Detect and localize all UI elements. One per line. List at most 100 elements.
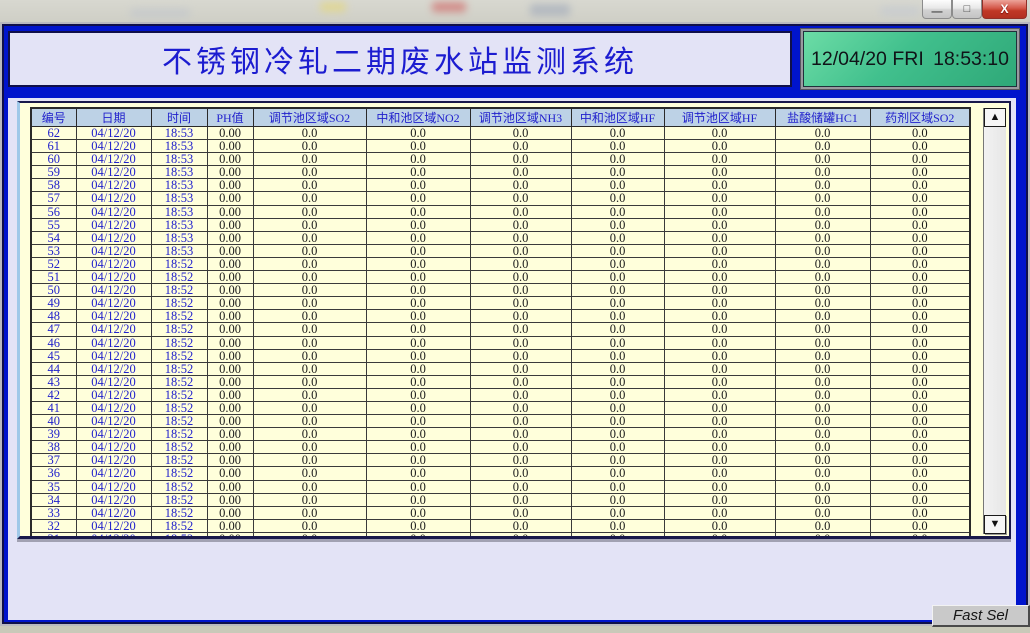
background-blur-blob: [880, 6, 920, 16]
vertical-scrollbar[interactable]: ▲ ▼: [983, 108, 1006, 534]
main-window: 不锈钢冷轧二期废水站监测系统 12/04/20 FRI 18:53:10: [0, 22, 1030, 626]
table-row: 6204/12/2018:530.000.00.00.00.00.00.00.0: [31, 127, 970, 140]
fast-sel-button[interactable]: Fast Sel: [932, 605, 1030, 627]
row-id: 32: [31, 519, 76, 532]
row-time: 18:52: [151, 375, 207, 388]
row-value: 0.0: [870, 480, 970, 493]
row-id: 60: [31, 153, 76, 166]
row-value: 0.0: [870, 218, 970, 231]
minimize-button[interactable]: —: [922, 0, 952, 19]
row-time: 18:52: [151, 310, 207, 323]
row-time: 18:52: [151, 257, 207, 270]
table-row: 3804/12/2018:520.000.00.00.00.00.00.00.0: [31, 441, 970, 454]
row-value: 0.0: [253, 493, 366, 506]
row-value: 0.0: [664, 532, 775, 537]
row-value: 0.0: [870, 179, 970, 192]
desktop-background-bottom: [0, 626, 1030, 633]
row-value: 0.0: [664, 480, 775, 493]
restore-button[interactable]: □: [952, 0, 982, 19]
row-value: 0.0: [775, 205, 870, 218]
row-value: 0.0: [571, 323, 664, 336]
row-value: 0.0: [366, 297, 470, 310]
close-button[interactable]: X: [982, 0, 1027, 19]
row-time: 18:52: [151, 519, 207, 532]
scrollbar-track[interactable]: [984, 127, 1006, 515]
row-ph: 0.00: [207, 127, 253, 140]
row-date: 04/12/20: [76, 297, 151, 310]
row-value: 0.0: [470, 284, 571, 297]
row-value: 0.0: [253, 166, 366, 179]
table-row: 4104/12/2018:520.000.00.00.00.00.00.00.0: [31, 401, 970, 414]
row-value: 0.0: [664, 362, 775, 375]
row-ph: 0.00: [207, 428, 253, 441]
row-time: 18:53: [151, 140, 207, 153]
row-time: 18:52: [151, 506, 207, 519]
row-value: 0.0: [366, 454, 470, 467]
column-header: 编号: [31, 108, 76, 127]
row-date: 04/12/20: [76, 532, 151, 537]
row-value: 0.0: [470, 297, 571, 310]
row-value: 0.0: [664, 388, 775, 401]
row-value: 0.0: [664, 140, 775, 153]
row-time: 18:52: [151, 323, 207, 336]
row-id: 59: [31, 166, 76, 179]
row-date: 04/12/20: [76, 519, 151, 532]
row-value: 0.0: [366, 140, 470, 153]
row-time: 18:52: [151, 454, 207, 467]
column-header: 调节池区域NH3: [470, 108, 571, 127]
row-value: 0.0: [775, 506, 870, 519]
close-icon: X: [1000, 3, 1008, 15]
table-row: 4704/12/2018:520.000.00.00.00.00.00.00.0: [31, 323, 970, 336]
row-time: 18:52: [151, 532, 207, 537]
row-ph: 0.00: [207, 349, 253, 362]
row-date: 04/12/20: [76, 336, 151, 349]
table-row: 5904/12/2018:530.000.00.00.00.00.00.00.0: [31, 166, 970, 179]
row-value: 0.0: [470, 467, 571, 480]
row-value: 0.0: [571, 493, 664, 506]
table-row: 3904/12/2018:520.000.00.00.00.00.00.00.0: [31, 428, 970, 441]
row-value: 0.0: [571, 205, 664, 218]
row-value: 0.0: [571, 218, 664, 231]
row-value: 0.0: [775, 375, 870, 388]
row-value: 0.0: [775, 271, 870, 284]
row-value: 0.0: [366, 166, 470, 179]
table-row: 5004/12/2018:520.000.00.00.00.00.00.00.0: [31, 284, 970, 297]
row-ph: 0.00: [207, 153, 253, 166]
table-row: 5504/12/2018:530.000.00.00.00.00.00.00.0: [31, 218, 970, 231]
row-value: 0.0: [571, 362, 664, 375]
row-value: 0.0: [664, 179, 775, 192]
background-blur-blob: [432, 2, 466, 12]
row-value: 0.0: [366, 257, 470, 270]
row-value: 0.0: [664, 336, 775, 349]
row-value: 0.0: [571, 506, 664, 519]
row-value: 0.0: [870, 467, 970, 480]
row-value: 0.0: [775, 401, 870, 414]
data-table: 编号日期时间PH值调节池区域SO2中和池区域NO2调节池区域NH3中和池区域HF…: [30, 107, 971, 537]
row-value: 0.0: [664, 349, 775, 362]
table-row: 5704/12/2018:530.000.00.00.00.00.00.00.0: [31, 192, 970, 205]
row-value: 0.0: [775, 310, 870, 323]
row-time: 18:52: [151, 415, 207, 428]
scroll-down-button[interactable]: ▼: [984, 515, 1006, 534]
row-time: 18:52: [151, 401, 207, 414]
row-value: 0.0: [366, 401, 470, 414]
row-ph: 0.00: [207, 362, 253, 375]
background-blur-blob: [130, 8, 190, 18]
restore-icon: □: [964, 4, 971, 15]
content-area: 编号日期时间PH值调节池区域SO2中和池区域NO2调节池区域NH3中和池区域HF…: [8, 98, 1016, 620]
table-row: 3504/12/2018:520.000.00.00.00.00.00.00.0: [31, 480, 970, 493]
row-value: 0.0: [253, 323, 366, 336]
row-value: 0.0: [870, 441, 970, 454]
scroll-up-button[interactable]: ▲: [984, 108, 1006, 127]
row-value: 0.0: [366, 179, 470, 192]
row-time: 18:53: [151, 192, 207, 205]
row-value: 0.0: [470, 336, 571, 349]
row-ph: 0.00: [207, 415, 253, 428]
row-value: 0.0: [470, 506, 571, 519]
row-value: 0.0: [775, 192, 870, 205]
table-row: 3404/12/2018:520.000.00.00.00.00.00.00.0: [31, 493, 970, 506]
row-id: 46: [31, 336, 76, 349]
row-ph: 0.00: [207, 310, 253, 323]
row-value: 0.0: [366, 375, 470, 388]
row-time: 18:52: [151, 297, 207, 310]
